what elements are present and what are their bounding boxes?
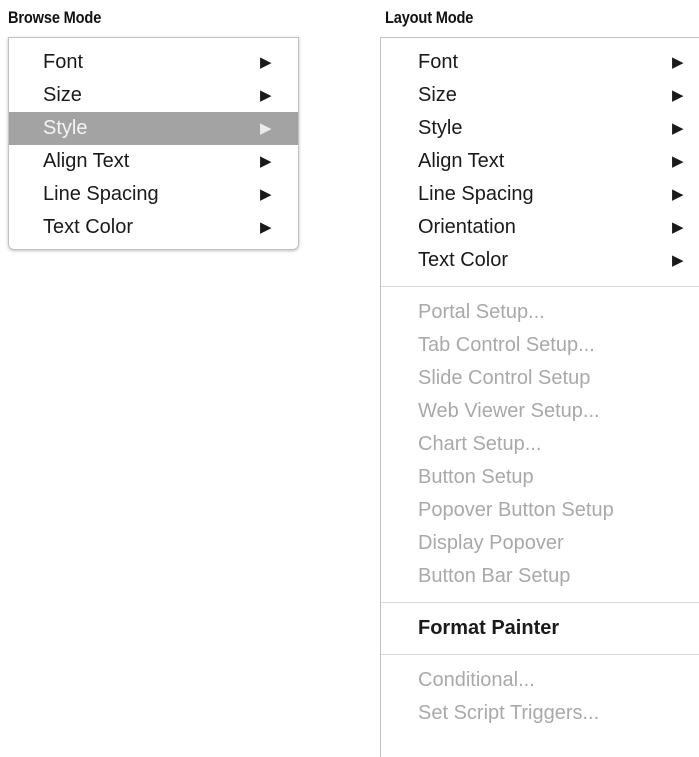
layout-mode-menu: Font ▶ Size ▶ Style ▶ Align Text ▶ Line … [380, 37, 699, 757]
menu-item-label: Align Text [43, 150, 130, 172]
menu-item-web-viewer-setup: Web Viewer Setup... [418, 400, 600, 422]
menu-item-orientation[interactable]: Orientation ▶ [381, 211, 699, 244]
submenu-arrow-icon: ▶ [260, 87, 272, 104]
menu-item-label: Align Text [418, 150, 505, 172]
submenu-arrow-icon: ▶ [672, 252, 684, 269]
menu-item-style[interactable]: Style ▶ [381, 112, 699, 145]
menu-item-set-script-triggers: Set Script Triggers... [418, 702, 600, 724]
menu-item-style[interactable]: Style ▶ [9, 112, 298, 145]
submenu-arrow-icon: ▶ [260, 54, 272, 71]
menu-separator [381, 286, 699, 287]
menu-item-button-setup: Button Setup [418, 466, 534, 488]
menu-item-text-color[interactable]: Text Color ▶ [9, 211, 298, 244]
submenu-arrow-icon: ▶ [672, 120, 684, 137]
menu-item-size[interactable]: Size ▶ [381, 79, 699, 112]
menu-item-font[interactable]: Font ▶ [381, 46, 699, 79]
submenu-arrow-icon: ▶ [672, 54, 684, 71]
submenu-arrow-icon: ▶ [672, 153, 684, 170]
menu-item-conditional: Conditional... [418, 669, 535, 691]
menu-item-label: Line Spacing [43, 183, 159, 205]
menu-separator [381, 654, 699, 655]
submenu-arrow-icon: ▶ [672, 87, 684, 104]
menu-item-portal-setup: Portal Setup... [418, 301, 545, 323]
menu-item-line-spacing[interactable]: Line Spacing ▶ [9, 178, 298, 211]
menu-item-align-text[interactable]: Align Text ▶ [9, 145, 298, 178]
submenu-arrow-icon: ▶ [672, 186, 684, 203]
browse-mode-menu: Font ▶ Size ▶ Style ▶ Align Text ▶ Line … [8, 37, 299, 250]
menu-item-label: Line Spacing [418, 183, 534, 205]
menu-item-size[interactable]: Size ▶ [9, 79, 298, 112]
browse-mode-title: Browse Mode [8, 8, 102, 27]
menu-item-label: Text Color [43, 216, 134, 238]
menu-item-align-text[interactable]: Align Text ▶ [381, 145, 699, 178]
menu-item-slide-control-setup: Slide Control Setup [418, 367, 591, 389]
menu-item-label: Style [418, 117, 463, 139]
submenu-arrow-icon: ▶ [672, 219, 684, 236]
menu-item-label: Size [43, 84, 82, 106]
menu-item-format-painter[interactable]: Format Painter [381, 612, 699, 645]
menu-item-font[interactable]: Font ▶ [9, 46, 298, 79]
menu-item-text-color[interactable]: Text Color ▶ [381, 244, 699, 277]
menu-item-label: Size [418, 84, 457, 106]
menu-item-tab-control-setup: Tab Control Setup... [418, 334, 595, 356]
menu-item-label: Style [43, 117, 88, 139]
menu-item-label: Font [43, 51, 84, 73]
menu-item-label: Font [418, 51, 459, 73]
submenu-arrow-icon: ▶ [260, 120, 272, 137]
submenu-arrow-icon: ▶ [260, 186, 272, 203]
submenu-arrow-icon: ▶ [260, 219, 272, 236]
menu-item-chart-setup: Chart Setup... [418, 433, 542, 455]
menu-item-button-bar-setup: Button Bar Setup [418, 565, 571, 587]
submenu-arrow-icon: ▶ [260, 153, 272, 170]
menu-item-popover-button-setup: Popover Button Setup [418, 499, 614, 521]
menu-separator [381, 602, 699, 603]
menu-item-line-spacing[interactable]: Line Spacing ▶ [381, 178, 699, 211]
menu-item-label: Text Color [418, 249, 509, 271]
menu-item-label: Orientation [418, 216, 516, 238]
layout-mode-title: Layout Mode [385, 8, 474, 27]
menu-item-display-popover: Display Popover [418, 532, 564, 554]
